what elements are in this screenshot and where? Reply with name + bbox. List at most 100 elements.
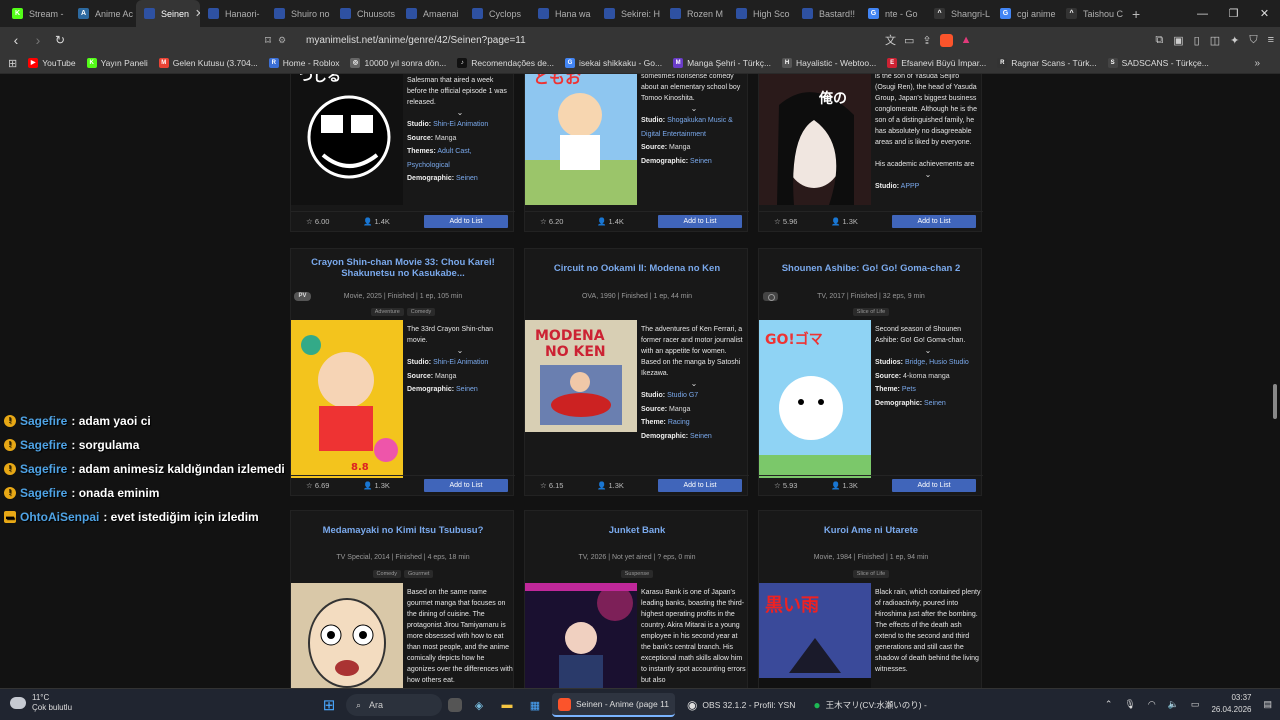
- taskbar-search[interactable]: ⌕ Ara: [346, 694, 442, 716]
- expand-chevron-icon[interactable]: ⌄: [875, 346, 981, 356]
- genre-tag[interactable]: Slice of Life: [852, 570, 890, 578]
- genre-tag[interactable]: Slice of Life: [852, 308, 890, 316]
- minimize-button[interactable]: —: [1187, 8, 1218, 20]
- tab-9[interactable]: Sekirei: H: [596, 0, 662, 27]
- maximize-button[interactable]: ❐: [1218, 7, 1249, 20]
- property-value-link[interactable]: Seinen: [690, 433, 712, 440]
- tab-16[interactable]: ^ Taishou C: [1058, 0, 1124, 27]
- expand-chevron-icon[interactable]: ⌄: [875, 170, 981, 180]
- property-value-link[interactable]: Seinen: [456, 386, 478, 393]
- expand-chevron-icon[interactable]: ⌄: [407, 108, 513, 118]
- property-value-link[interactable]: Studio G7: [667, 392, 698, 399]
- property-value-link[interactable]: APPP: [901, 183, 920, 190]
- add-to-list-button[interactable]: Add to List: [892, 215, 976, 228]
- genre-tag[interactable]: Adventure: [370, 308, 404, 316]
- new-tab-button[interactable]: +: [1124, 6, 1148, 22]
- leo-icon[interactable]: ✦: [1230, 34, 1239, 47]
- anime-title-link[interactable]: Shounen Ashibe: Go! Go! Goma-chan 2: [759, 263, 983, 274]
- add-to-list-button[interactable]: Add to List: [424, 215, 508, 228]
- bookmark-icon[interactable]: ⌑: [258, 34, 278, 47]
- tab-3[interactable]: Hanaori-: [200, 0, 266, 27]
- reload-button[interactable]: ↻: [50, 33, 70, 47]
- anime-title-link[interactable]: Medamayaki no Kimi Itsu Tsubusu?: [291, 525, 515, 536]
- vpn-icon[interactable]: ⛉: [1249, 34, 1257, 47]
- taskbar-app-spotify[interactable]: ● 王木マリ(CV:水瀬いのり) -: [807, 693, 932, 717]
- property-value-link[interactable]: Seinen: [924, 400, 946, 407]
- tab-13[interactable]: Gnte - Go: [860, 0, 926, 27]
- add-to-list-button[interactable]: Add to List: [658, 479, 742, 492]
- anime-title-link[interactable]: Crayon Shin-chan Movie 33: Chou Karei! S…: [291, 257, 515, 279]
- tab-4[interactable]: Shuiro no: [266, 0, 332, 27]
- bookmark-item[interactable]: R Home - Roblox: [268, 58, 339, 68]
- poster-image[interactable]: MODENA NO KEN: [525, 320, 637, 432]
- notifications-icon[interactable]: ▤: [1263, 699, 1272, 710]
- cast-icon[interactable]: ▭: [904, 34, 914, 47]
- genre-tag[interactable]: Comedy: [406, 308, 436, 316]
- poster-image[interactable]: GO!ゴマ: [759, 320, 871, 478]
- media-icon[interactable]: ▣: [1173, 34, 1183, 47]
- tab-10[interactable]: Rozen M: [662, 0, 728, 27]
- menu-icon[interactable]: ≡: [1268, 34, 1274, 46]
- site-info-icon[interactable]: ⚙: [278, 35, 296, 46]
- store-icon[interactable]: ▦: [524, 694, 546, 716]
- add-to-list-button[interactable]: Add to List: [892, 479, 976, 492]
- genre-tag[interactable]: Comedy: [372, 570, 402, 578]
- genre-tag[interactable]: Suspense: [620, 570, 654, 578]
- windows-start-icon[interactable]: ⊞: [318, 694, 340, 716]
- battery-icon[interactable]: ▭: [1191, 699, 1200, 710]
- weather-widget[interactable]: 11°C Çok bulutlu: [10, 693, 72, 713]
- poster-image[interactable]: 俺の: [759, 74, 871, 215]
- genre-tag[interactable]: Gourmet: [404, 570, 434, 578]
- taskbar-app-obs[interactable]: ◉ OBS 32.1.2 - Profil: YSN: [681, 693, 801, 717]
- bookmark-item[interactable]: R Ragnar Scans - Türk...: [997, 58, 1097, 68]
- expand-chevron-icon[interactable]: ⌄: [641, 104, 747, 114]
- tab-7[interactable]: Cyclops: [464, 0, 530, 27]
- tab-15[interactable]: Gcgi anime: [992, 0, 1058, 27]
- bookmark-item[interactable]: E Efsanevi Büyü İmpar...: [887, 58, 986, 68]
- wallet-icon[interactable]: ◫: [1210, 34, 1220, 47]
- apps-grid-icon[interactable]: ⊞: [8, 57, 17, 70]
- back-button[interactable]: ‹: [6, 32, 26, 48]
- add-to-list-button[interactable]: Add to List: [658, 215, 742, 228]
- tab-8[interactable]: Hana wa: [530, 0, 596, 27]
- poster-image[interactable]: ともお: [525, 74, 637, 215]
- wifi-icon[interactable]: ◠: [1148, 699, 1156, 710]
- poster-image[interactable]: 8.8: [291, 320, 403, 478]
- poster-image[interactable]: [525, 583, 637, 688]
- tab-0[interactable]: K Stream -: [4, 0, 70, 27]
- property-value-link[interactable]: Seinen: [456, 175, 478, 182]
- tab-11[interactable]: High Sco: [728, 0, 794, 27]
- share-icon[interactable]: ⇪: [922, 34, 931, 47]
- bookmark-item[interactable]: Gisekai shikkaku - Go...: [564, 58, 662, 68]
- task-view-icon[interactable]: [448, 698, 462, 712]
- tab-14[interactable]: ^ Shangri-L: [926, 0, 992, 27]
- copilot-icon[interactable]: ◈: [468, 694, 490, 716]
- property-value-link[interactable]: Pets: [902, 386, 916, 393]
- taskbar-app-browser[interactable]: Seinen - Anime (page 11: [552, 693, 675, 717]
- bookmark-item[interactable]: ▶ YouTube: [28, 58, 76, 68]
- microphone-icon[interactable]: 🎙: [1124, 699, 1135, 710]
- tab-12[interactable]: Bastard!!: [794, 0, 860, 27]
- scrollbar[interactable]: [1273, 384, 1277, 419]
- tray-overflow-icon[interactable]: ⌃: [1105, 699, 1113, 710]
- bookmark-item[interactable]: ♪ Recomendações de...: [457, 58, 554, 68]
- tab-2[interactable]: Seinen ✕: [136, 0, 200, 27]
- property-value-link[interactable]: Seinen: [690, 158, 712, 165]
- tab-6[interactable]: Amaenai: [398, 0, 464, 27]
- bookmarks-more-icon[interactable]: »: [1254, 58, 1260, 69]
- sidebar-icon[interactable]: ▯: [1194, 34, 1200, 47]
- file-explorer-icon[interactable]: ▬: [496, 694, 518, 716]
- add-to-list-button[interactable]: Add to List: [424, 479, 508, 492]
- property-value-link[interactable]: Bridge, Husio Studio: [905, 359, 969, 366]
- tab-5[interactable]: Chuusots: [332, 0, 398, 27]
- brave-shields-icon[interactable]: [939, 33, 953, 47]
- tab-1[interactable]: A Anime Ac: [70, 0, 136, 27]
- volume-icon[interactable]: 🔈: [1168, 699, 1179, 710]
- bookmark-item[interactable]: H Hayalistic - Webtoo...: [782, 58, 876, 68]
- expand-chevron-icon[interactable]: ⌄: [641, 379, 747, 389]
- expand-chevron-icon[interactable]: ⌄: [407, 346, 513, 356]
- forward-button[interactable]: ›: [28, 32, 48, 48]
- bookmark-item[interactable]: ◎ 10000 yıl sonra dön...: [350, 58, 446, 68]
- property-value-link[interactable]: Shin-Ei Animation: [433, 121, 488, 128]
- poster-image[interactable]: つじる: [291, 74, 403, 215]
